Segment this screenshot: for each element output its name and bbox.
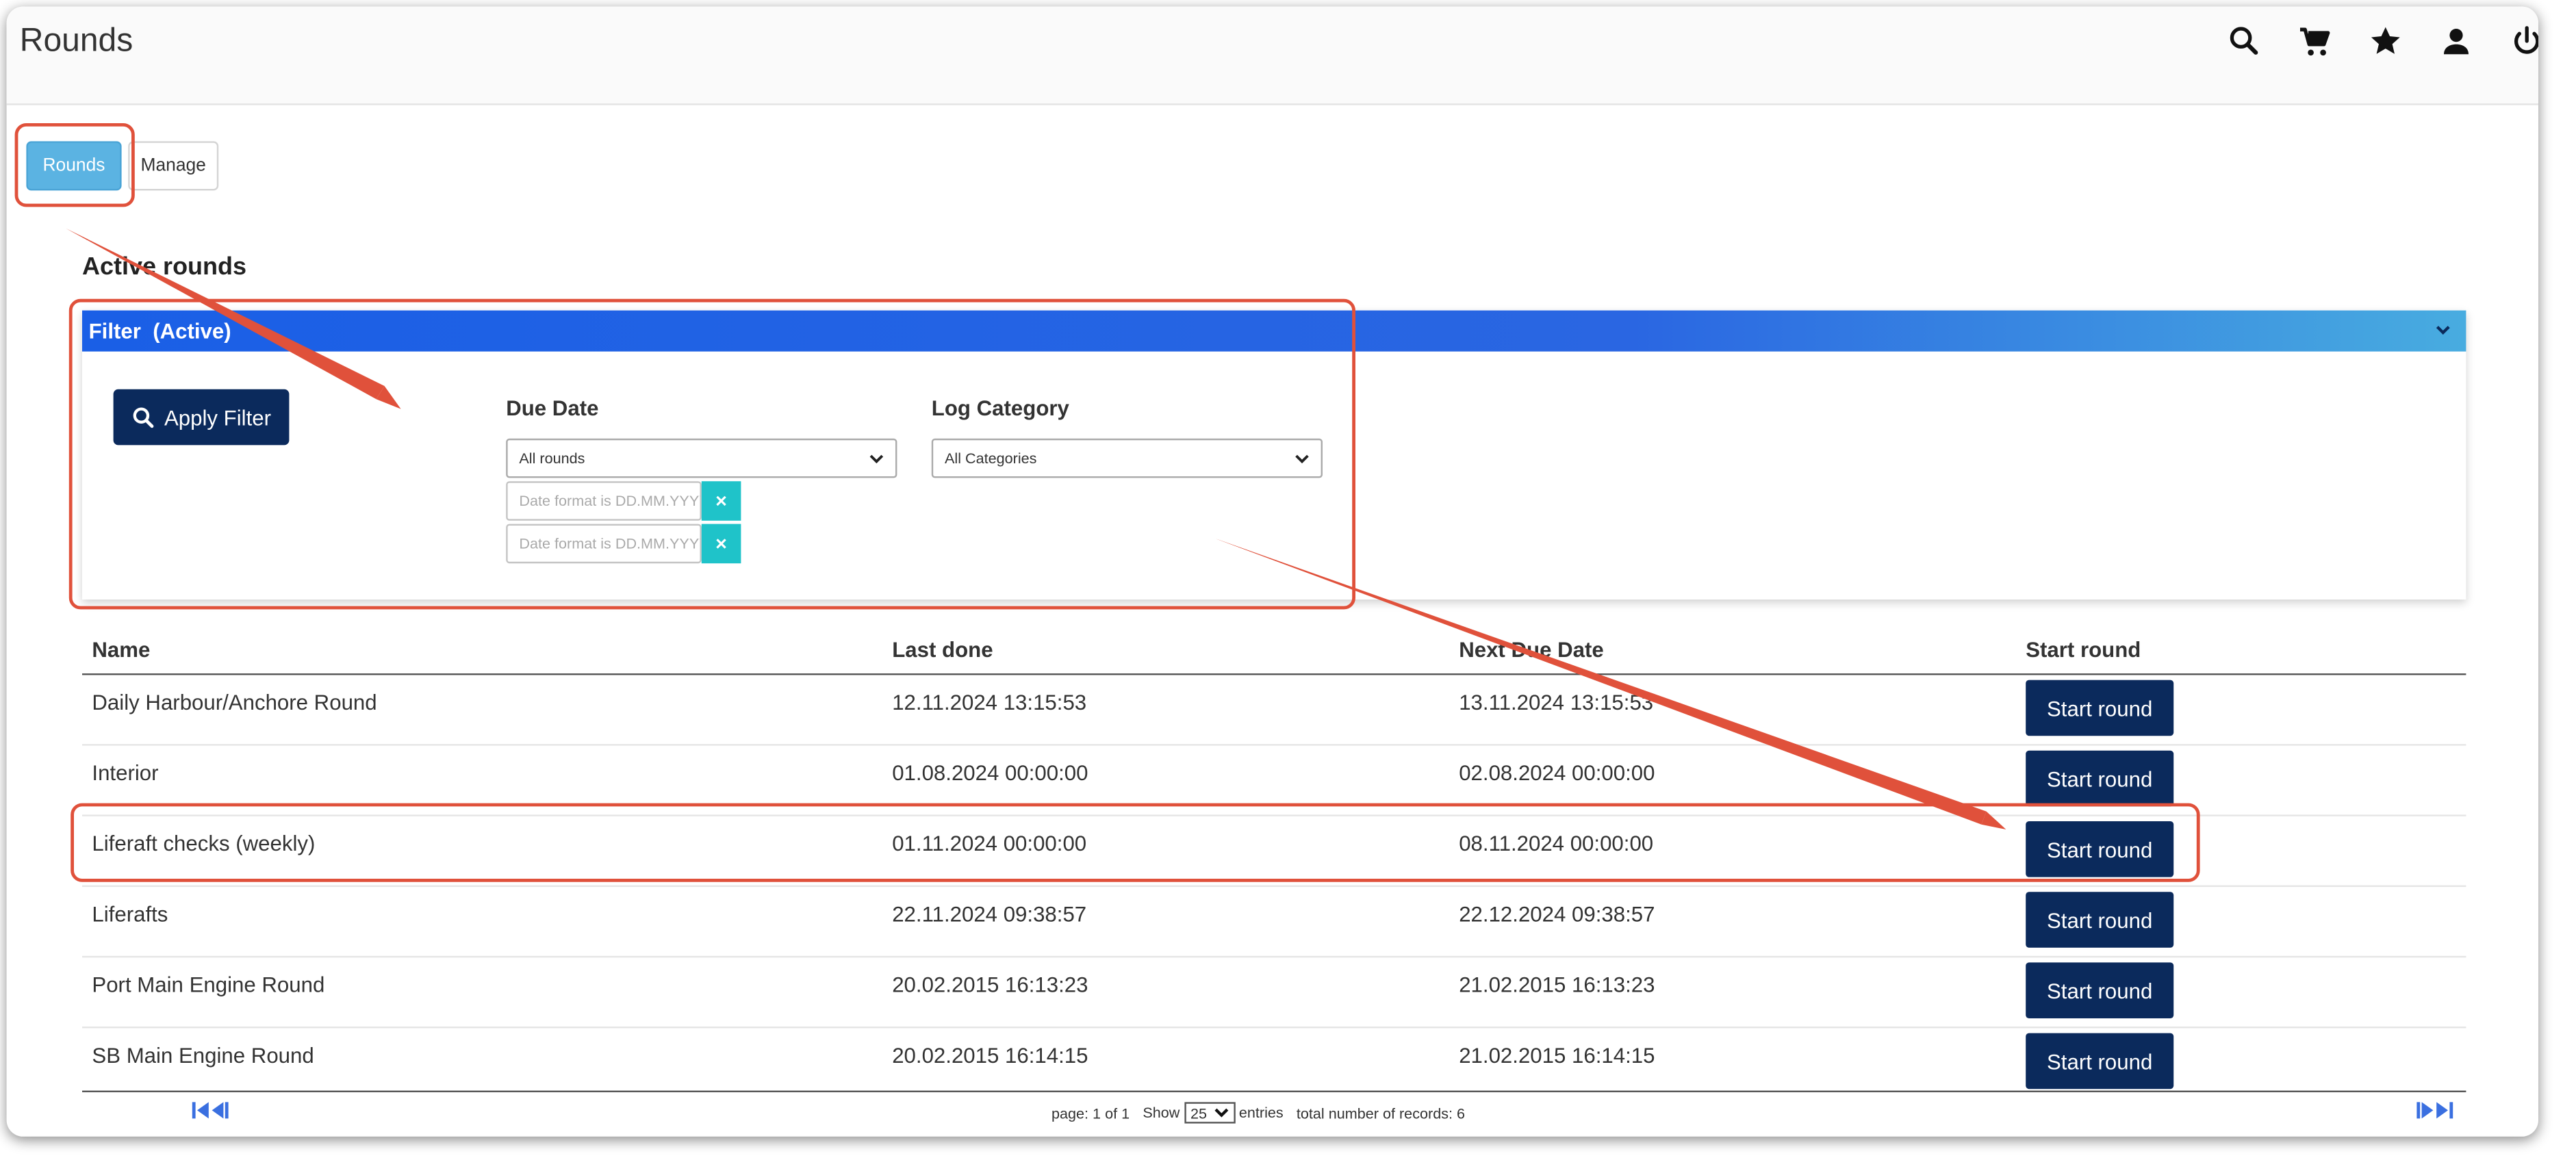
start-round-button[interactable]: Start round xyxy=(2026,680,2174,736)
round-last-done: 12.11.2024 13:15:53 xyxy=(892,690,1087,714)
page-indicator: page: 1 of 1 xyxy=(1051,1105,1130,1122)
show-label: Show xyxy=(1143,1105,1180,1122)
round-name: Daily Harbour/Anchore Round xyxy=(92,690,377,714)
table-row: Liferafts 22.11.2024 09:38:57 22.12.2024… xyxy=(82,887,2466,958)
user-icon[interactable] xyxy=(2436,21,2476,61)
annotation-box-filter xyxy=(68,298,1356,610)
round-last-done: 01.08.2024 00:00:00 xyxy=(892,760,1088,786)
annotation-box-row xyxy=(71,803,2200,882)
table-pager: page: 1 of 1 Show 25 entries total numbe… xyxy=(82,1090,2466,1135)
round-name: Port Main Engine Round xyxy=(92,972,325,997)
round-next-due: 02.08.2024 00:00:00 xyxy=(1459,760,1655,786)
app-header: Rounds xyxy=(6,6,2539,105)
pager-next-last-icon[interactable] xyxy=(2412,1100,2454,1120)
chevron-down-icon[interactable] xyxy=(2433,320,2453,340)
round-name: SB Main Engine Round xyxy=(92,1043,314,1068)
start-round-button[interactable]: Start round xyxy=(2026,750,2174,807)
start-round-button[interactable]: Start round xyxy=(2026,1033,2174,1090)
chevron-down-icon xyxy=(1214,1108,1228,1118)
screenshot-canvas: Rounds Rounds Manage Active rounds Filte… xyxy=(0,0,2576,1173)
entries-label: entries xyxy=(1238,1105,1284,1122)
start-round-button[interactable]: Start round xyxy=(2026,892,2174,948)
round-next-due: 22.12.2024 09:38:57 xyxy=(1459,901,1655,927)
round-next-due: 21.02.2015 16:14:15 xyxy=(1459,1043,1655,1068)
annotation-box-tabs xyxy=(14,123,135,207)
section-title: Active rounds xyxy=(82,253,247,281)
round-last-done: 20.02.2015 16:14:15 xyxy=(892,1043,1088,1068)
table-header: Name Last done Next Due Date Start round xyxy=(82,624,2466,675)
search-icon[interactable] xyxy=(2225,21,2265,61)
page-size-value: 25 xyxy=(1190,1105,1208,1122)
page-size-select[interactable]: 25 xyxy=(1184,1102,1235,1124)
total-records: total number of records: 6 xyxy=(1296,1105,1466,1122)
round-last-done: 22.11.2024 09:38:57 xyxy=(892,901,1087,927)
round-name: Interior xyxy=(92,760,159,786)
column-header-next-due: Next Due Date xyxy=(1459,637,1604,662)
star-icon[interactable] xyxy=(2366,21,2406,61)
table-row: Port Main Engine Round 20.02.2015 16:13:… xyxy=(82,957,2466,1029)
pager-info: page: 1 of 1 Show 25 entries total numbe… xyxy=(1051,1102,1466,1124)
column-header-name: Name xyxy=(92,637,151,662)
table-row: SB Main Engine Round 20.02.2015 16:14:15… xyxy=(82,1028,2466,1097)
pager-first-prev-icon[interactable] xyxy=(190,1100,233,1120)
start-round-button[interactable]: Start round xyxy=(2026,962,2174,1018)
round-next-due: 21.02.2015 16:13:23 xyxy=(1459,972,1655,997)
round-last-done: 20.02.2015 16:13:23 xyxy=(892,972,1088,997)
power-icon[interactable] xyxy=(2507,21,2539,61)
column-header-last-done: Last done xyxy=(892,637,993,662)
round-next-due: 13.11.2024 13:15:53 xyxy=(1459,690,1654,714)
table-row: Daily Harbour/Anchore Round 12.11.2024 1… xyxy=(82,675,2466,746)
round-name: Liferafts xyxy=(92,901,168,927)
column-header-start-round: Start round xyxy=(2026,637,2141,662)
cart-icon[interactable] xyxy=(2295,21,2335,61)
app-title: Rounds xyxy=(19,23,133,60)
tab-manage[interactable]: Manage xyxy=(128,141,219,191)
